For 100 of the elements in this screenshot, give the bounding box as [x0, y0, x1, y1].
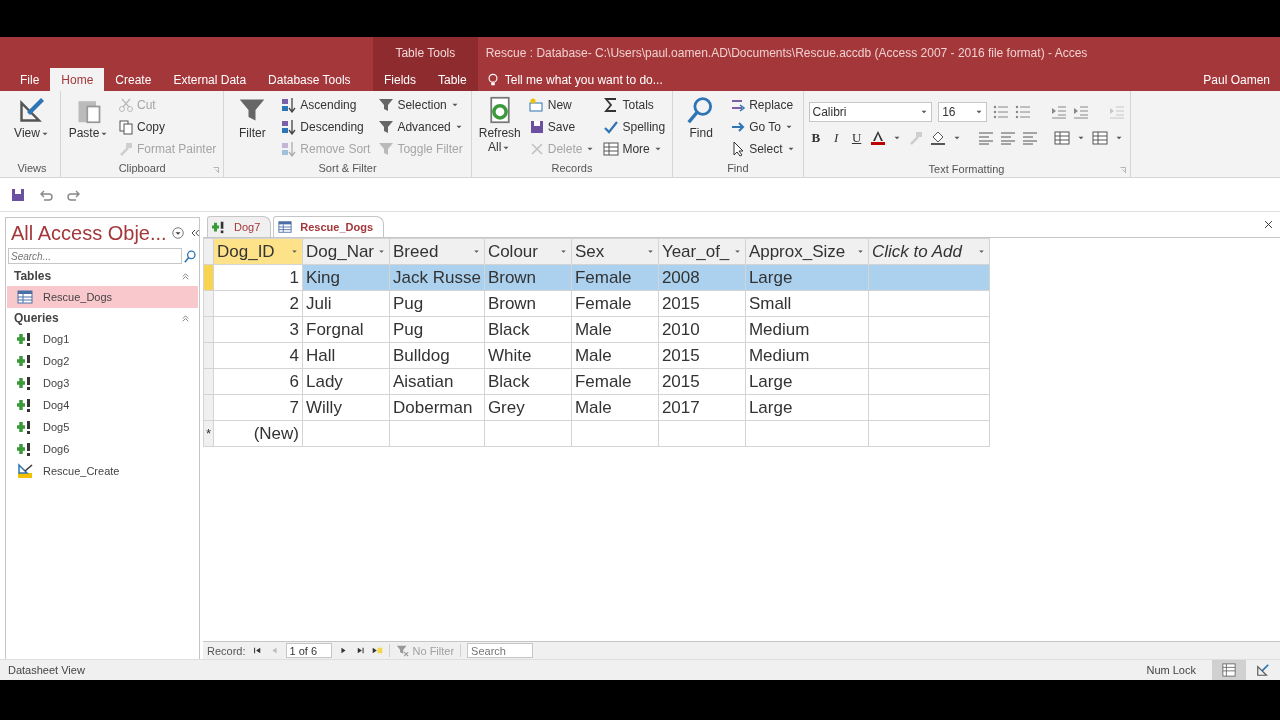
ribbon-tab[interactable]: External Data — [162, 68, 258, 91]
funnel-icon — [395, 644, 409, 657]
record-selector[interactable] — [203, 368, 214, 395]
ribbon-button[interactable]: Save — [526, 116, 598, 138]
nav-item[interactable]: Dog2 — [7, 350, 198, 372]
contextual-tab-label: Table Tools — [395, 45, 456, 60]
user-name[interactable]: Paul Oamen — [1203, 68, 1280, 91]
table-cell: Lady — [302, 368, 390, 395]
ribbon-button[interactable]: Ascending — [279, 94, 373, 116]
ribbon-button[interactable]: Select — [728, 138, 798, 160]
ribbon-button[interactable]: Descending — [279, 116, 373, 138]
record-selector[interactable] — [203, 290, 214, 317]
ribbon-button[interactable]: Spelling — [601, 116, 668, 138]
grid-icon — [603, 141, 620, 157]
column-header[interactable]: Breed — [389, 238, 485, 265]
save-icon — [10, 186, 26, 203]
column-header[interactable]: Year_of_ — [658, 238, 746, 265]
ribbon-button[interactable]: Replace — [728, 94, 798, 116]
save-icon — [528, 119, 545, 135]
first-record-icon — [251, 645, 263, 656]
ribbon-tab[interactable]: Database Tools — [257, 68, 362, 91]
query-icon — [17, 353, 33, 369]
nav-item[interactable]: Dog4 — [7, 394, 198, 416]
table-cell: Doberman — [389, 394, 485, 421]
table-icon — [17, 289, 33, 305]
table-cell: 3 — [213, 316, 303, 343]
nav-item[interactable]: Dog1 — [7, 328, 198, 350]
record-selector[interactable] — [203, 264, 214, 291]
font-style-button[interactable]: I — [828, 130, 844, 146]
record-selector[interactable] — [203, 394, 214, 421]
ribbon-tab[interactable]: Create — [104, 68, 163, 91]
ribbon-button[interactable]: Advanced — [376, 116, 466, 138]
ribbon-button[interactable]: Totals — [601, 94, 668, 116]
font-dropdown[interactable]: Calibri — [808, 102, 933, 122]
column-header[interactable]: Sex — [571, 238, 659, 265]
font-style-button[interactable]: B — [808, 130, 823, 146]
table-icon — [278, 220, 293, 234]
record-label: Record: — [207, 644, 246, 657]
nav-item[interactable]: Rescue_Create — [7, 460, 198, 482]
scissors-icon — [118, 97, 134, 113]
nav-item[interactable]: Dog6 — [7, 438, 198, 460]
ribbon-button[interactable]: View — [9, 94, 55, 160]
table-cell: Large — [745, 394, 869, 421]
search-field[interactable]: Search — [467, 643, 534, 658]
ribbon-button[interactable]: Go To — [728, 116, 798, 138]
table-cell: 2008 — [658, 264, 746, 291]
ribbon-button[interactable]: Copy — [116, 116, 219, 138]
font-size-dropdown[interactable]: 16 — [938, 102, 988, 122]
column-header[interactable]: Colour — [484, 238, 572, 265]
document-tab[interactable]: Rescue_Dogs — [273, 216, 385, 237]
navigation-pane-title[interactable]: All Access Obje... — [11, 221, 167, 245]
column-header[interactable]: Click to Add — [868, 238, 990, 265]
ribbon-tab[interactable]: File — [9, 68, 51, 91]
ribbon-button[interactable]: Selection — [376, 94, 466, 116]
align-center-icon — [1000, 130, 1017, 146]
table-cell: Female — [571, 264, 659, 291]
align-right-icon — [1022, 130, 1039, 146]
ribbon-button[interactable]: Find — [678, 94, 725, 160]
table-cell: Female — [571, 290, 659, 317]
table-cell: Small — [745, 290, 869, 317]
table-cell: Black — [484, 316, 572, 343]
record-position-field[interactable]: 1 of 6 — [285, 643, 332, 658]
new-record-icon — [528, 97, 545, 113]
sort-icon — [281, 141, 298, 157]
record-selector[interactable] — [203, 316, 214, 343]
table-cell: 7 — [213, 394, 303, 421]
search-icon — [184, 249, 197, 263]
column-header[interactable]: Approx_Size — [745, 238, 869, 265]
ribbon-button[interactable]: Refresh All — [476, 94, 523, 160]
nav-group-header[interactable]: Tables — [14, 269, 52, 283]
ribbon-button[interactable]: Paste — [66, 94, 112, 160]
view-button[interactable] — [1212, 660, 1246, 680]
gridlines-icon — [1054, 130, 1071, 146]
table-cell: 2010 — [658, 316, 746, 343]
nav-item[interactable]: Dog3 — [7, 372, 198, 394]
ribbon-button[interactable]: More — [601, 138, 668, 160]
document-tab[interactable]: Dog7 — [207, 216, 272, 237]
nav-group-header[interactable]: Queries — [14, 311, 59, 325]
table-cell: Brown — [484, 290, 572, 317]
table-cell: Pug — [389, 316, 485, 343]
font-style-button[interactable]: U — [849, 130, 864, 146]
record-selector[interactable] — [203, 342, 214, 369]
nav-item[interactable]: Rescue_Dogs — [7, 286, 198, 308]
column-header[interactable]: Dog_ID — [213, 238, 303, 265]
group-label: Clipboard — [118, 161, 166, 176]
table-cell: Forgnal — [302, 316, 390, 343]
column-header[interactable]: Dog_Nar — [302, 238, 390, 265]
ribbon-tab[interactable]: Home — [50, 68, 105, 91]
sort-icon — [281, 119, 298, 135]
ribbon-button[interactable]: Filter — [229, 94, 276, 160]
tell-me-field[interactable]: Tell me what you want to do... — [485, 68, 663, 91]
ribbon-button[interactable]: New — [526, 94, 598, 116]
group-label: Views — [17, 161, 47, 176]
table-cell: (New) — [213, 420, 303, 447]
search-field[interactable]: Search... — [8, 248, 182, 264]
table-cell: Pug — [389, 290, 485, 317]
check-icon — [603, 119, 620, 135]
replace-icon — [730, 97, 747, 113]
caret-icon — [855, 247, 865, 256]
nav-item[interactable]: Dog5 — [7, 416, 198, 438]
